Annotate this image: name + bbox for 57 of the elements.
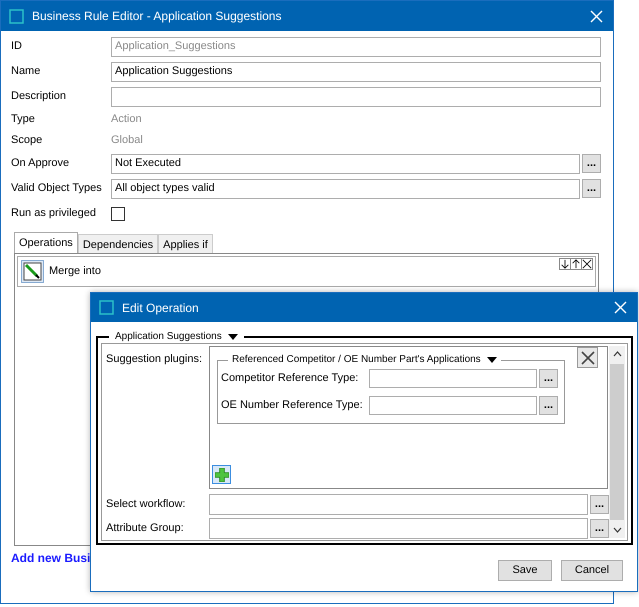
add-link[interactable]: Add new Busi bbox=[11, 549, 90, 567]
delete-icon[interactable] bbox=[581, 258, 593, 270]
operation-row[interactable]: Merge into bbox=[17, 256, 596, 287]
caret-icon[interactable] bbox=[486, 357, 497, 363]
group-title: Application Suggestions bbox=[115, 332, 222, 342]
scrollbar[interactable] bbox=[609, 346, 625, 538]
add-button[interactable] bbox=[212, 465, 231, 484]
app-icon bbox=[9, 8, 24, 24]
field-label: Select workflow: bbox=[106, 496, 186, 512]
checkbox[interactable] bbox=[111, 206, 125, 220]
field-label: On Approve bbox=[11, 156, 70, 172]
input-field[interactable]: All object types valid bbox=[111, 178, 580, 198]
field-label: Type bbox=[11, 112, 36, 128]
plugin-title: Referenced Competitor / OE Number Part's Applications bbox=[232, 355, 481, 365]
input-field[interactable]: Not Executed bbox=[111, 154, 580, 174]
field-label: Competitor Reference Type: bbox=[221, 371, 360, 386]
field-label: Suggestion plugins: bbox=[106, 352, 204, 367]
caret-icon[interactable] bbox=[228, 334, 238, 340]
tab[interactable]: Applies if bbox=[158, 234, 213, 253]
move-up-icon[interactable] bbox=[570, 258, 582, 270]
browse-button[interactable]: ... bbox=[590, 494, 609, 514]
input-field: Application_Suggestions bbox=[111, 36, 601, 56]
browse-button[interactable]: ... bbox=[539, 369, 558, 388]
tab[interactable]: Dependencies bbox=[78, 234, 158, 253]
move-down-icon[interactable] bbox=[559, 258, 571, 270]
scroll-up-icon[interactable] bbox=[612, 351, 622, 357]
scroll-thumb[interactable] bbox=[610, 364, 624, 520]
field-label: OE Number Reference Type: bbox=[221, 398, 364, 414]
plus-icon bbox=[214, 468, 228, 482]
window-title: Business Rule Editor - Application Suggestions bbox=[32, 8, 282, 25]
cancel-button[interactable]: Cancel bbox=[561, 560, 623, 581]
app-icon bbox=[99, 300, 114, 315]
browse-button[interactable]: ... bbox=[539, 396, 558, 415]
field-value: Action bbox=[111, 112, 142, 128]
browse-button[interactable]: ... bbox=[582, 154, 601, 173]
input-field[interactable] bbox=[209, 494, 588, 514]
field-label: Run as privileged bbox=[11, 206, 97, 222]
input-field[interactable]: Application Suggestions bbox=[111, 62, 601, 82]
input-field[interactable] bbox=[111, 86, 601, 106]
field-label: Description bbox=[11, 89, 68, 104]
save-button[interactable]: Save bbox=[498, 560, 552, 581]
window-title: Edit Operation bbox=[122, 300, 200, 316]
field-label: Scope bbox=[11, 133, 44, 148]
tab[interactable]: Operations bbox=[14, 232, 78, 253]
browse-button[interactable]: ... bbox=[582, 179, 601, 198]
input-field[interactable] bbox=[209, 518, 588, 538]
input-field[interactable] bbox=[369, 396, 537, 415]
field-label: Name bbox=[11, 64, 42, 80]
browse-button[interactable]: ... bbox=[590, 518, 609, 538]
input-field[interactable] bbox=[369, 369, 537, 388]
field-label: Attribute Group: bbox=[106, 520, 185, 536]
operation-label: Merge into bbox=[49, 264, 101, 280]
field-label: ID bbox=[11, 39, 23, 54]
field-label: Valid Object Types bbox=[11, 181, 103, 196]
field-value: Global bbox=[111, 133, 143, 148]
scroll-down-icon[interactable] bbox=[612, 527, 622, 533]
pencil-icon[interactable] bbox=[21, 260, 44, 283]
